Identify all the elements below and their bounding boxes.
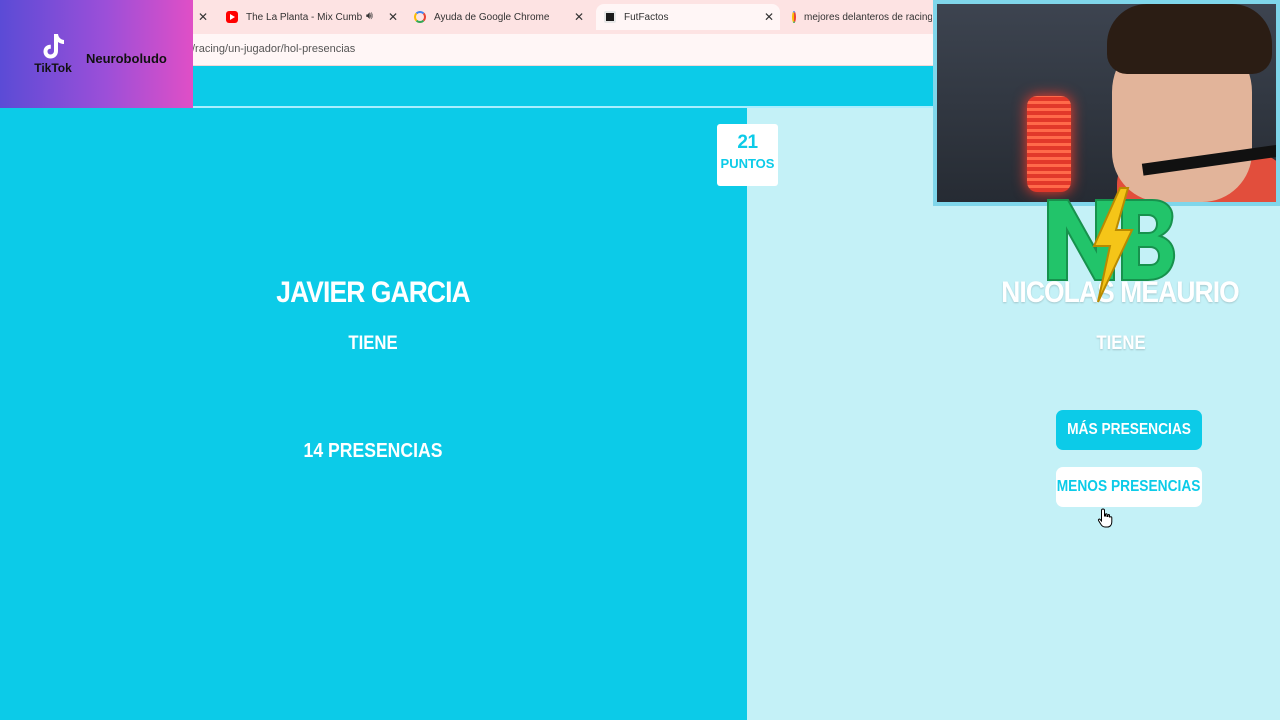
score-value: 21: [737, 132, 758, 153]
google-icon: [792, 11, 796, 23]
score-badge: 21 PUNTOS: [717, 124, 778, 186]
left-player-verb: TIENE: [348, 333, 398, 354]
futfactos-icon: [604, 11, 616, 23]
more-presences-button[interactable]: MÁS PRESENCIAS: [1056, 410, 1202, 450]
left-player-name: JAVIER GARCIA: [276, 276, 470, 309]
right-player-verb: TIENE: [1096, 333, 1146, 354]
tab-title: FutFactos: [624, 11, 669, 23]
tab-title: The La Planta - Mix Cumbia: [246, 11, 362, 23]
tab-partial[interactable]: ✕: [196, 4, 212, 30]
streamer-hair: [1107, 4, 1272, 74]
close-icon[interactable]: ✕: [198, 10, 208, 24]
score-label: PUNTOS: [720, 156, 775, 171]
left-player-stat: 14 PRESENCIAS: [303, 440, 443, 462]
speaker-icon[interactable]: 🔊︎: [366, 10, 373, 23]
tab-futfactos[interactable]: FutFactos ✕: [596, 4, 780, 30]
google-icon: [414, 11, 426, 23]
tiktok-overlay: TikTok Neuroboludo: [0, 0, 193, 108]
left-player-panel: [0, 108, 747, 720]
lamp-image: [1027, 96, 1071, 192]
url-text[interactable]: /racing/un-jugador/hol-presencias: [192, 43, 355, 55]
close-icon[interactable]: ✕: [574, 10, 584, 24]
tiktok-username: Neuroboludo: [86, 51, 167, 66]
fewer-presences-button[interactable]: MENOS PRESENCIAS: [1056, 467, 1202, 507]
hand-cursor-icon: [1097, 508, 1113, 528]
fewer-presences-label: MENOS PRESENCIAS: [1057, 478, 1201, 495]
tab-title: mejores delanteros de racing: [804, 11, 932, 23]
more-presences-label: MÁS PRESENCIAS: [1067, 421, 1191, 438]
tiktok-label: TikTok: [34, 61, 72, 75]
tab-google-search[interactable]: mejores delanteros de racing: [792, 4, 932, 30]
nb-logo-icon: [1047, 187, 1176, 303]
tab-title: Ayuda de Google Chrome: [434, 11, 550, 23]
youtube-icon: [226, 11, 238, 23]
tiktok-logo: TikTok: [30, 32, 76, 75]
close-icon[interactable]: ✕: [388, 10, 398, 24]
tiktok-icon: [43, 34, 64, 59]
tab-youtube[interactable]: The La Planta - Mix Cumbia 🔊︎ ✕: [226, 4, 404, 30]
tab-chrome-help[interactable]: Ayuda de Google Chrome ✕: [414, 4, 590, 30]
webcam-overlay: [933, 0, 1280, 206]
close-icon[interactable]: ✕: [764, 10, 774, 24]
